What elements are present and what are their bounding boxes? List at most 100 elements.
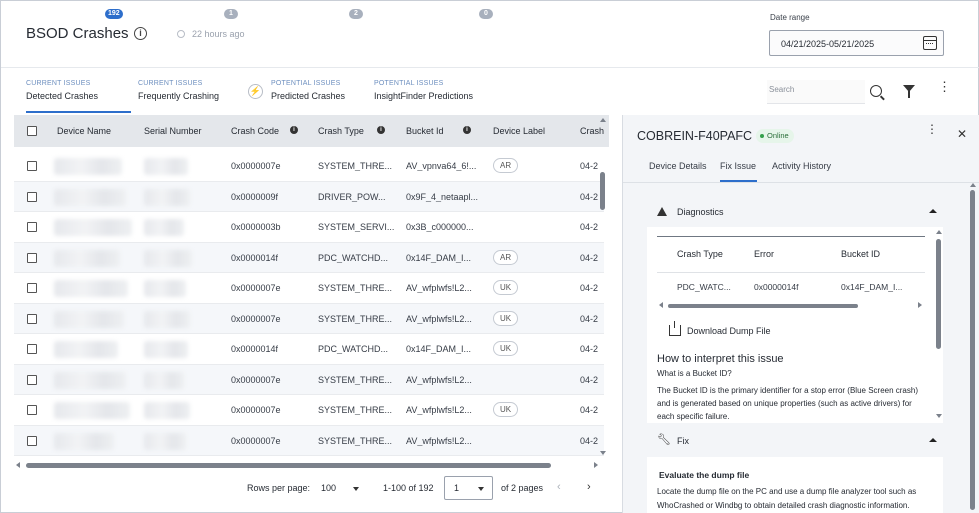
column-header[interactable]: Bucket Id <box>406 126 444 136</box>
table-row[interactable]: 0x0000014f PDC_WATCHD... 0x14F_DAM_I... 04-… <box>14 334 604 365</box>
warning-icon <box>657 207 667 216</box>
table-row[interactable]: 0x0000007e SYSTEM_THRE... AV_vpnva64_6!...… <box>14 151 604 182</box>
table-row[interactable]: 0x0000003b SYSTEM_SERVI... 0x3B_c000000...… <box>14 212 604 243</box>
tab-frequently-crashing[interactable]: CURRENT ISSUES Frequently Crashing <box>138 80 219 114</box>
row-checkbox[interactable] <box>27 313 37 324</box>
row-checkbox[interactable] <box>27 344 37 354</box>
chevron-down-icon <box>478 487 484 491</box>
scroll-up-arrow[interactable] <box>936 230 942 234</box>
chevron-up-icon[interactable] <box>929 438 937 442</box>
column-header[interactable]: Crash Type <box>318 126 364 136</box>
crash-code-cell: 0x0000007e <box>231 405 281 415</box>
row-checkbox[interactable] <box>27 374 37 385</box>
row-checkbox[interactable] <box>27 191 37 202</box>
table-vertical-scrollbar[interactable] <box>598 115 608 460</box>
scroll-left-arrow[interactable] <box>659 302 663 308</box>
tab-detected-crashes[interactable]: CURRENT ISSUES Detected Crashes <box>26 80 98 114</box>
device-label-pill: UK <box>493 280 519 295</box>
next-page-button[interactable]: › <box>587 481 591 493</box>
column-header[interactable]: Crash Code <box>231 126 279 136</box>
close-icon[interactable]: ✕ <box>957 127 967 141</box>
row-checkbox[interactable] <box>27 405 37 415</box>
fix-section-header[interactable]: 🔧︎ Fix <box>647 429 943 453</box>
more-options-icon[interactable]: ⋮ <box>926 123 938 135</box>
rows-per-page-value: 100 <box>321 483 337 493</box>
more-options-icon[interactable]: ⋮ <box>938 80 951 93</box>
previous-page-button[interactable]: ‹ <box>557 481 561 493</box>
crash-code-cell: 0x0000007e <box>231 283 281 293</box>
crash-code-cell: 0x0000007e <box>231 313 281 324</box>
row-checkbox[interactable] <box>27 252 37 263</box>
table-row[interactable]: 0x0000007e SYSTEM_THRE... AV_wfplwfs!L2...… <box>14 273 604 304</box>
info-icon[interactable]: i <box>463 126 471 134</box>
tab-device-details[interactable]: Device Details <box>649 161 707 171</box>
pagination-range: 1-100 of 192 <box>383 483 434 493</box>
rows-per-page-select[interactable]: 100 <box>314 478 367 498</box>
fix-description: Locate the dump file on the PC and use a… <box>657 487 917 510</box>
tab-predicted-crashes[interactable]: POTENTIAL ISSUES Predicted Crashes <box>271 80 345 114</box>
card-vertical-scrollbar[interactable] <box>933 227 943 423</box>
table-row[interactable]: 0x0000014f PDC_WATCHD... 0x14F_DAM_I... 04-… <box>14 242 604 273</box>
tab-activity-history[interactable]: Activity History <box>772 161 831 171</box>
search-box[interactable] <box>767 80 865 104</box>
row-checkbox[interactable] <box>27 222 37 232</box>
table-row[interactable]: 0x0000007e SYSTEM_THRE... AV_wfplwfs!L2...… <box>14 425 604 456</box>
scroll-up-arrow[interactable] <box>600 118 606 122</box>
scroll-right-arrow[interactable] <box>594 462 598 468</box>
search-input[interactable] <box>769 85 859 94</box>
fix-label: Fix <box>677 436 689 446</box>
fix-card: Evaluate the dump file Locate the dump f… <box>647 457 943 513</box>
scroll-left-arrow[interactable] <box>16 462 20 468</box>
row-checkbox[interactable] <box>27 435 37 446</box>
scroll-thumb[interactable] <box>600 172 605 210</box>
table-row[interactable]: 0x0000009f DRIVER_POW... 0x9F_4_netaapl...… <box>14 181 604 212</box>
scroll-down-arrow[interactable] <box>600 451 606 455</box>
select-all-checkbox[interactable] <box>27 126 37 136</box>
crash-type-cell: PDC_WATCHD... <box>318 252 389 263</box>
scroll-down-arrow[interactable] <box>936 414 942 418</box>
column-header: Error <box>754 249 774 259</box>
column-header[interactable]: Device Label <box>493 126 545 136</box>
info-icon[interactable]: i <box>134 27 147 40</box>
crash-type-cell: SYSTEM_THRE... <box>318 405 393 415</box>
column-header[interactable]: Serial Number <box>144 126 202 136</box>
scroll-thumb[interactable] <box>668 304 858 308</box>
page-select[interactable]: 1 <box>444 476 493 500</box>
row-checkbox[interactable] <box>27 161 37 171</box>
row-checkbox[interactable] <box>27 283 37 293</box>
diagnostics-section-header[interactable]: Diagnostics <box>647 200 943 224</box>
bucket-id-question: What is a Bucket ID? <box>657 369 732 378</box>
scroll-thumb[interactable] <box>936 239 941 349</box>
table-horizontal-scrollbar[interactable] <box>14 460 609 470</box>
info-icon[interactable]: i <box>290 126 298 134</box>
download-icon[interactable] <box>669 321 681 336</box>
filter-icon[interactable] <box>903 85 915 98</box>
download-dump-file-link[interactable]: Download Dump File <box>687 326 771 336</box>
crashes-table: Device Name Serial Number Crash Code i C… <box>14 115 609 457</box>
column-header[interactable]: Device Name <box>57 126 111 136</box>
info-icon[interactable]: i <box>377 126 385 134</box>
chevron-up-icon[interactable] <box>929 209 937 213</box>
tab-label: Predicted Crashes <box>271 91 346 101</box>
search-icon[interactable] <box>870 85 882 97</box>
redacted-device-name <box>54 280 128 297</box>
calendar-icon[interactable] <box>923 36 937 50</box>
tab-insightfinder-predictions[interactable]: POTENTIAL ISSUES InsightFinder Predictio… <box>374 80 473 114</box>
scroll-thumb[interactable] <box>26 463 551 468</box>
device-label-pill: AR <box>493 158 519 173</box>
table-row[interactable]: 0x0000007e SYSTEM_THRE... AV_wfplwfs!L2...… <box>14 364 604 395</box>
table-row[interactable]: 0x0000007e SYSTEM_THRE... AV_wfplwfs!L2...… <box>14 395 604 426</box>
crash-type-cell: SYSTEM_THRE... <box>318 283 393 293</box>
scroll-right-arrow[interactable] <box>918 302 922 308</box>
date-range-field[interactable]: 04/21/2025-05/21/2025 <box>769 30 944 56</box>
status-badge: Online <box>756 129 794 143</box>
scroll-thumb[interactable] <box>970 190 975 510</box>
redacted-device-name <box>54 402 130 419</box>
tab-fix-issue[interactable]: Fix Issue <box>720 161 756 171</box>
bucket-id-cell: AV_wfplwfs!L2... <box>406 374 472 385</box>
device-label-pill: UK <box>493 310 519 326</box>
scroll-up-arrow[interactable] <box>970 183 976 187</box>
table-row[interactable]: 0x0000007e SYSTEM_THRE... AV_wfplwfs!L2...… <box>14 303 604 334</box>
panel-vertical-scrollbar[interactable] <box>967 181 977 511</box>
tab-label: InsightFinder Predictions <box>374 91 474 101</box>
